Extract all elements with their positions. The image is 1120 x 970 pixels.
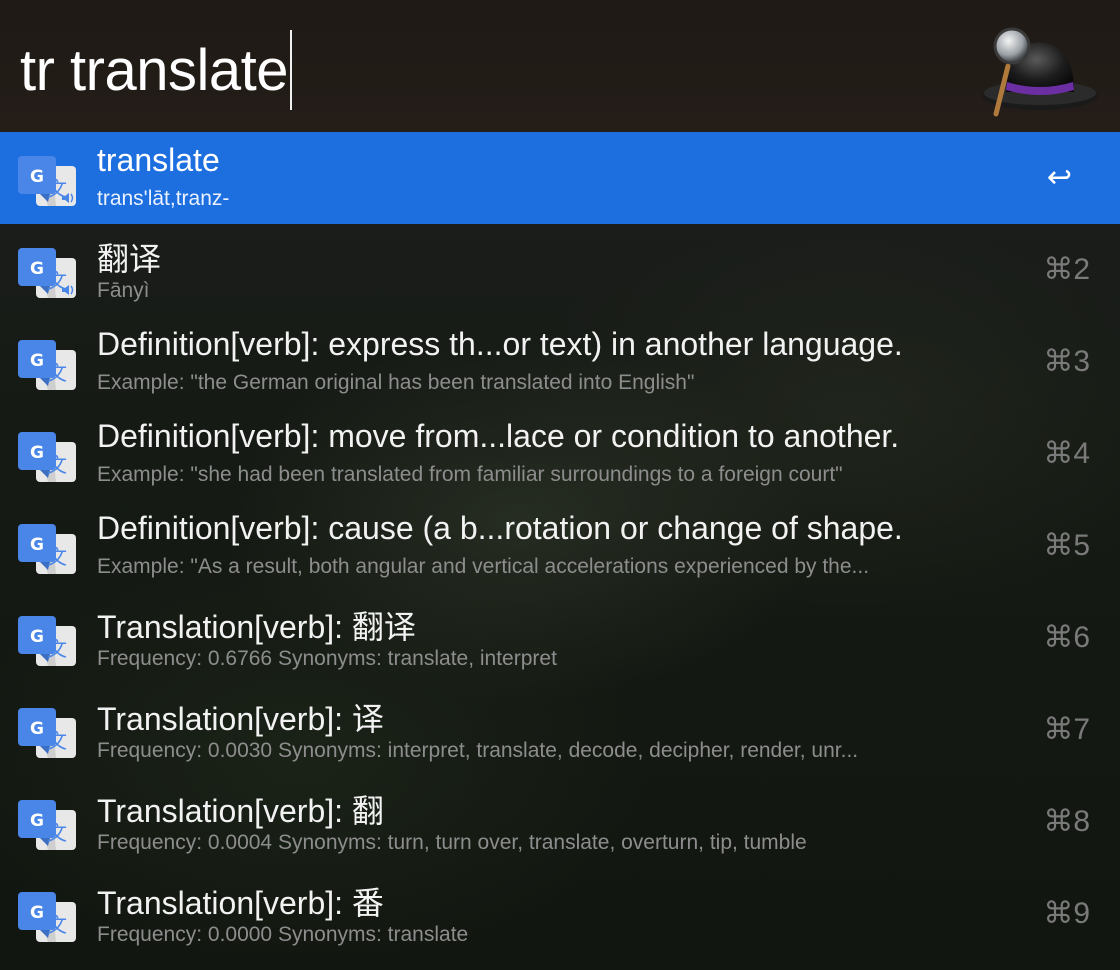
google-translate-icon: G文 bbox=[18, 800, 76, 850]
svg-text:G: G bbox=[30, 167, 44, 187]
result-subtitle: Frequency: 0.6766 Synonyms: translate, i… bbox=[97, 647, 557, 670]
svg-text:G: G bbox=[30, 351, 44, 371]
return-key-icon: ↩ bbox=[1046, 161, 1072, 194]
result-subtitle: Example: "As a result, both angular and … bbox=[97, 555, 870, 578]
result-subtitle: Frequency: 0.0000 Synonyms: translate bbox=[97, 923, 469, 946]
result-subtitle: Example: "the German original has been t… bbox=[97, 371, 695, 394]
result-subtitle: Example: "she had been translated from f… bbox=[97, 463, 843, 486]
svg-text:文: 文 bbox=[47, 637, 67, 661]
svg-text:G: G bbox=[30, 443, 44, 463]
result-row[interactable]: G 文 Translation[verb]: 译 Frequency: 0.0030 … bbox=[0, 684, 1120, 776]
result-row[interactable]: G 文 Definition[verb]: move from...lace or … bbox=[0, 408, 1120, 500]
result-title: translate bbox=[97, 142, 220, 178]
result-row[interactable]: G 文 translate trans'lāt,tranz- ↩ bbox=[0, 132, 1120, 224]
result-title: Definition[verb]: cause (a b...rotation … bbox=[97, 510, 903, 546]
svg-text:G: G bbox=[30, 903, 44, 923]
shortcut-label: ⌘3 bbox=[1043, 345, 1090, 378]
shortcut-label: ⌘5 bbox=[1043, 529, 1090, 562]
search-bar[interactable]: tr translate bbox=[0, 0, 1120, 132]
google-translate-icon: G文 bbox=[18, 892, 76, 942]
svg-text:文: 文 bbox=[47, 913, 67, 937]
svg-text:G: G bbox=[30, 535, 44, 555]
google-translate-icon: G文 bbox=[18, 340, 76, 390]
shortcut-label: ⌘8 bbox=[1043, 805, 1090, 838]
result-title: Translation[verb]: 翻译 bbox=[97, 609, 416, 645]
svg-text:文: 文 bbox=[47, 361, 67, 385]
result-row[interactable]: G 文 Definition[verb]: express th...or text… bbox=[0, 316, 1120, 408]
svg-text:G: G bbox=[30, 259, 44, 279]
shortcut-label: ⌘6 bbox=[1043, 621, 1090, 654]
result-row[interactable]: G 文 Translation[verb]: 翻 Frequency: 0.0004 … bbox=[0, 776, 1120, 868]
google-translate-icon: G文 bbox=[18, 524, 76, 574]
result-title: Definition[verb]: move from...lace or co… bbox=[97, 418, 900, 454]
google-translate-icon: G文 bbox=[18, 432, 76, 482]
google-translate-icon: G文 bbox=[18, 156, 76, 206]
result-title: Translation[verb]: 翻 bbox=[97, 793, 384, 829]
shortcut-label: ⌘7 bbox=[1043, 713, 1090, 746]
svg-text:G: G bbox=[30, 719, 44, 739]
svg-text:文: 文 bbox=[47, 729, 67, 753]
alfred-hat-icon bbox=[982, 27, 1098, 117]
result-subtitle: Frequency: 0.0004 Synonyms: turn, turn o… bbox=[97, 831, 807, 854]
shortcut-label: ⌘4 bbox=[1043, 437, 1090, 470]
results-list: G 文 translate trans'lāt,tranz- ↩ G 文翻译 Fānyì ⌘2 G… bbox=[0, 132, 1120, 960]
result-subtitle: Frequency: 0.0030 Synonyms: interpret, t… bbox=[97, 739, 859, 762]
google-translate-icon: G文 bbox=[18, 616, 76, 666]
svg-text:文: 文 bbox=[47, 821, 67, 845]
result-title: 翻译 bbox=[97, 241, 162, 277]
svg-text:文: 文 bbox=[47, 545, 67, 569]
text-caret bbox=[290, 30, 292, 110]
result-row[interactable]: G 文 Translation[verb]: 翻译 Frequency: 0.6766… bbox=[0, 592, 1120, 684]
shortcut-label: ⌘2 bbox=[1043, 253, 1090, 286]
result-title: Translation[verb]: 译 bbox=[97, 701, 384, 737]
shortcut-label: ⌘9 bbox=[1043, 897, 1090, 930]
svg-text:G: G bbox=[30, 627, 44, 647]
result-subtitle: Fānyì bbox=[97, 279, 150, 302]
search-input[interactable]: tr translate bbox=[20, 30, 292, 110]
svg-text:文: 文 bbox=[47, 453, 67, 477]
google-translate-icon: G文 bbox=[18, 248, 76, 298]
result-row[interactable]: G 文 Definition[verb]: cause (a b...rotatio… bbox=[0, 500, 1120, 592]
result-row[interactable]: G 文 Translation[verb]: 番 Frequency: 0.0000 … bbox=[0, 868, 1120, 960]
result-row[interactable]: G 文翻译 Fānyì ⌘2 bbox=[0, 224, 1120, 316]
google-translate-icon: G文 bbox=[18, 708, 76, 758]
result-title: Translation[verb]: 番 bbox=[97, 885, 384, 921]
svg-text:G: G bbox=[30, 811, 44, 831]
search-query-text: tr translate bbox=[20, 37, 289, 103]
alfred-window: tr translate G 文 translate trans'lāt,tra… bbox=[0, 0, 1120, 970]
result-title: Definition[verb]: express th...or text) … bbox=[97, 326, 903, 362]
result-subtitle: trans'lāt,tranz- bbox=[97, 187, 230, 210]
